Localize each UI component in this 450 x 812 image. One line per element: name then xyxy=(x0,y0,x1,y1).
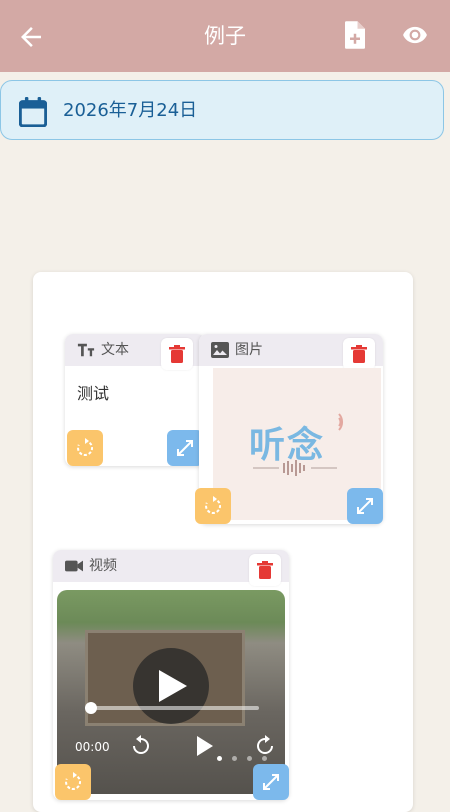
rotate-button[interactable] xyxy=(67,430,103,466)
video-progress-bar[interactable] xyxy=(89,706,259,710)
resize-button[interactable] xyxy=(167,430,203,466)
videocam-icon xyxy=(65,560,83,572)
rotate-button[interactable] xyxy=(55,764,91,800)
app-bar: 例子 xyxy=(0,0,450,72)
progress-thumb[interactable] xyxy=(85,702,97,714)
big-play-button[interactable] xyxy=(133,648,209,724)
delete-icon xyxy=(257,561,273,579)
resize-icon xyxy=(177,440,193,456)
delete-button[interactable] xyxy=(249,554,281,586)
play-small-icon[interactable] xyxy=(197,736,213,756)
video-card[interactable]: 视频 00:00 xyxy=(53,550,289,800)
delete-button[interactable] xyxy=(343,338,375,370)
date-text: 2026年7月24日 xyxy=(63,100,198,121)
text-card[interactable]: 文本 测试 xyxy=(65,334,205,466)
sound-wave-icon xyxy=(253,460,337,476)
rotate-icon xyxy=(77,438,94,456)
text-card-content: 测试 xyxy=(77,384,110,403)
rotate-icon xyxy=(65,772,82,790)
forward-10-icon[interactable] xyxy=(253,734,277,758)
note-add-icon[interactable] xyxy=(342,20,368,50)
image-card[interactable]: 图片 听念 xyxy=(195,334,383,524)
date-selector[interactable]: 2026年7月24日 xyxy=(0,80,444,140)
video-time: 00:00 xyxy=(75,740,110,754)
resize-icon xyxy=(263,774,279,790)
resize-button[interactable] xyxy=(347,488,383,524)
text-fields-icon xyxy=(77,343,95,357)
text-card-label: 文本 xyxy=(101,342,129,358)
signal-icon xyxy=(338,413,343,431)
rotate-icon xyxy=(205,496,222,514)
video-card-label: 视频 xyxy=(89,558,117,574)
delete-icon xyxy=(169,345,185,363)
delete-icon xyxy=(351,345,367,363)
image-card-label: 图片 xyxy=(235,342,263,358)
replay-10-icon[interactable] xyxy=(129,734,153,758)
video-player[interactable]: 00:00 xyxy=(57,590,285,794)
image-icon xyxy=(211,342,229,358)
resize-button[interactable] xyxy=(253,764,289,800)
rotate-button[interactable] xyxy=(195,488,231,524)
calendar-icon xyxy=(19,97,47,127)
resize-icon xyxy=(357,498,373,514)
eye-icon[interactable] xyxy=(400,22,430,48)
page-title: 例子 xyxy=(204,24,246,48)
delete-button[interactable] xyxy=(161,338,193,370)
play-icon xyxy=(159,670,187,702)
memo-canvas: 文本 测试 图片 听念 视频 00:00 xyxy=(33,272,413,812)
